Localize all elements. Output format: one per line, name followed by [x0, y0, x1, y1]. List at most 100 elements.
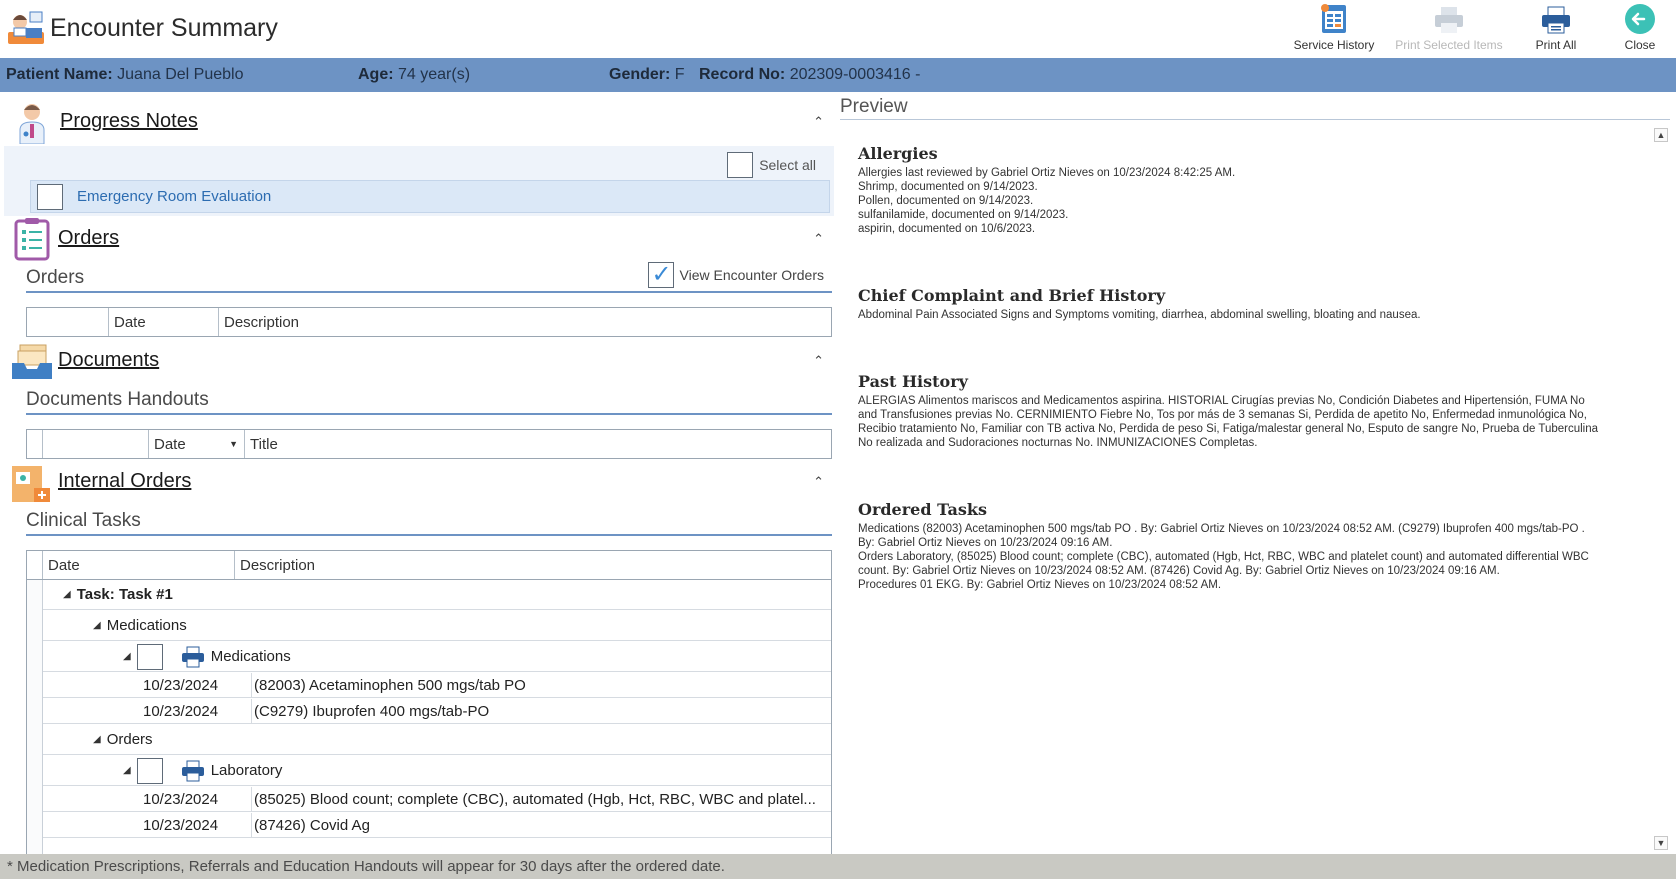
preview-heading: Allergies	[858, 144, 938, 163]
preview-line: Procedures 01 EKG. By: Gabriel Ortiz Nie…	[858, 579, 1222, 591]
view-encounter-orders-checkbox[interactable]	[647, 260, 674, 289]
col-date[interactable]: Date	[109, 308, 219, 336]
patient-name: Patient Name: Juana Del Pueblo	[6, 66, 244, 83]
cell-description: (85025) Blood count; complete (CBC), aut…	[254, 790, 816, 808]
documents-title[interactable]: Documents	[58, 349, 159, 372]
documents-header[interactable]: Documents ⌃	[0, 335, 836, 387]
preview-title: Preview	[840, 96, 1670, 120]
col-date-label: Date	[154, 435, 186, 453]
grid-col-select	[43, 430, 149, 458]
progress-notes-list: Select all Emergency Room Evaluation	[4, 146, 834, 216]
preview-line: Orders Laboratory, (85025) Blood count; …	[858, 551, 1589, 563]
expand-triangle-icon[interactable]: ◢	[123, 765, 131, 776]
printer-icon[interactable]	[181, 646, 205, 668]
tree-row-group[interactable]: ◢ Orders	[43, 725, 831, 755]
subgroup-checkbox[interactable]	[136, 643, 163, 670]
expand-triangle-icon[interactable]: ◢	[63, 589, 71, 600]
orders-subheader: Orders View Encounter Orders	[26, 260, 832, 293]
internal-orders-title[interactable]: Internal Orders	[58, 470, 191, 493]
expand-triangle-icon[interactable]: ◢	[93, 620, 101, 631]
subgroup-checkbox[interactable]	[136, 757, 163, 784]
back-arrow-icon	[1625, 4, 1655, 34]
cell-description: (82003) Acetaminophen 500 mgs/tab PO	[254, 676, 526, 694]
preview-line: aspirin, documented on 10/6/2023.	[858, 223, 1036, 235]
internal-orders-subheader: Clinical Tasks	[26, 510, 832, 536]
print-selected-button[interactable]: Print Selected Items	[1390, 0, 1508, 56]
tree-row-subgroup[interactable]: ◢ Laboratory	[43, 756, 831, 786]
col-date[interactable]: Date ▼	[149, 430, 245, 458]
cell-description: (87426) Covid Ag	[254, 816, 370, 834]
list-item[interactable]: Emergency Room Evaluation	[30, 180, 830, 213]
preview-heading: Chief Complaint and Brief History	[858, 286, 1166, 305]
clinical-tasks-grid-header: Date Description	[26, 550, 832, 580]
toolbar: Service History Print Selected Items Pri…	[1278, 0, 1676, 58]
clipboard-list-icon	[14, 218, 50, 261]
col-title[interactable]: Title	[245, 430, 831, 458]
group-label: Medications	[106, 617, 187, 634]
medical-box-icon	[12, 466, 50, 502]
tree-gutter	[27, 580, 43, 854]
tree-row-group[interactable]: ◢ Medications	[43, 611, 831, 641]
table-row[interactable]: 10/23/2024 (C9279) Ibuprofen 400 mgs/tab…	[43, 699, 831, 724]
expand-triangle-icon[interactable]: ◢	[93, 734, 101, 745]
grid-col-select	[27, 308, 109, 336]
collapse-caret-icon[interactable]: ⌃	[813, 114, 824, 130]
col-description[interactable]: Description	[219, 308, 831, 336]
title-bar: Encounter Summary Service History Print …	[0, 0, 1676, 58]
cell-date: 10/23/2024	[143, 702, 219, 720]
sort-down-icon[interactable]: ▼	[229, 439, 238, 449]
patient-gender: Gender: F	[609, 66, 685, 83]
grid-gutter	[27, 430, 43, 458]
table-row[interactable]: 10/23/2024 (87426) Covid Ag	[43, 813, 831, 838]
orders-grid-header: Date Description	[26, 307, 832, 337]
group-label: Orders	[106, 731, 153, 748]
preview-ordered-tasks: Ordered Tasks Medications (82003) Acetam…	[858, 500, 1640, 592]
preview-line: No realizada and Sudoraciones nocturnas …	[858, 437, 1258, 449]
progress-notes-title[interactable]: Progress Notes	[60, 110, 198, 133]
item-checkbox[interactable]	[37, 183, 63, 210]
select-all-checkbox[interactable]	[727, 152, 754, 178]
view-encounter-orders[interactable]: View Encounter Orders	[647, 260, 824, 289]
subgroup-label: Laboratory	[210, 762, 283, 779]
preview-line: sulfanilamide, documented on 9/14/2023.	[858, 209, 1069, 221]
print-all-button[interactable]: Print All	[1508, 0, 1604, 56]
table-row[interactable]: 10/23/2024 (85025) Blood count; complete…	[43, 787, 831, 812]
scroll-down-arrow-icon[interactable]: ▼	[1654, 836, 1668, 850]
preview-line: ALERGIAS Alimentos mariscos and Medicame…	[858, 395, 1585, 407]
close-button[interactable]: Close	[1604, 0, 1676, 56]
cell-description: (C9279) Ibuprofen 400 mgs/tab-PO	[254, 702, 490, 720]
printer-icon[interactable]	[181, 760, 205, 782]
doctor-icon	[19, 104, 45, 144]
expand-triangle-icon[interactable]: ◢	[123, 651, 131, 662]
cell-date: 10/23/2024	[143, 816, 219, 834]
documents-subtitle: Documents Handouts	[26, 389, 209, 410]
progress-note-label[interactable]: Emergency Room Evaluation	[77, 188, 271, 205]
tree-row-subgroup[interactable]: ◢ Medications	[43, 642, 831, 672]
record-number: Record No: 202309-0003416 -	[699, 66, 921, 83]
clinical-tasks-subtitle: Clinical Tasks	[26, 510, 141, 531]
preview-panel: Preview ▲ ▼ Allergies Allergies last rev…	[838, 92, 1676, 854]
collapse-caret-icon[interactable]: ⌃	[813, 353, 824, 369]
select-all-label: Select all	[759, 157, 816, 173]
select-all[interactable]: Select all	[727, 152, 816, 178]
orders-header[interactable]: Orders ⌃	[0, 213, 836, 265]
table-row[interactable]: 10/23/2024 (82003) Acetaminophen 500 mgs…	[43, 673, 831, 698]
grid-gutter	[27, 551, 43, 579]
tree-row-task[interactable]: ◢ Task: Task #1	[43, 580, 831, 610]
preview-line: Allergies last reviewed by Gabriel Ortiz…	[858, 167, 1236, 179]
service-history-button[interactable]: Service History	[1278, 0, 1390, 56]
doctor-computer-icon	[8, 11, 44, 44]
progress-notes-header[interactable]: Progress Notes ⌃	[0, 96, 836, 148]
scroll-up-arrow-icon[interactable]: ▲	[1654, 128, 1668, 142]
task-label: Task: Task #1	[76, 586, 173, 603]
printer-icon	[1542, 6, 1570, 34]
page-title: Encounter Summary	[50, 14, 278, 42]
col-description[interactable]: Description	[235, 551, 831, 579]
internal-orders-header[interactable]: Internal Orders ⌃	[0, 456, 836, 508]
service-history-icon	[1321, 4, 1346, 33]
preview-past-history: Past History ALERGIAS Alimentos mariscos…	[858, 372, 1640, 450]
col-date[interactable]: Date	[43, 551, 235, 579]
collapse-caret-icon[interactable]: ⌃	[813, 231, 824, 247]
collapse-caret-icon[interactable]: ⌃	[813, 474, 824, 490]
orders-title[interactable]: Orders	[58, 227, 119, 250]
